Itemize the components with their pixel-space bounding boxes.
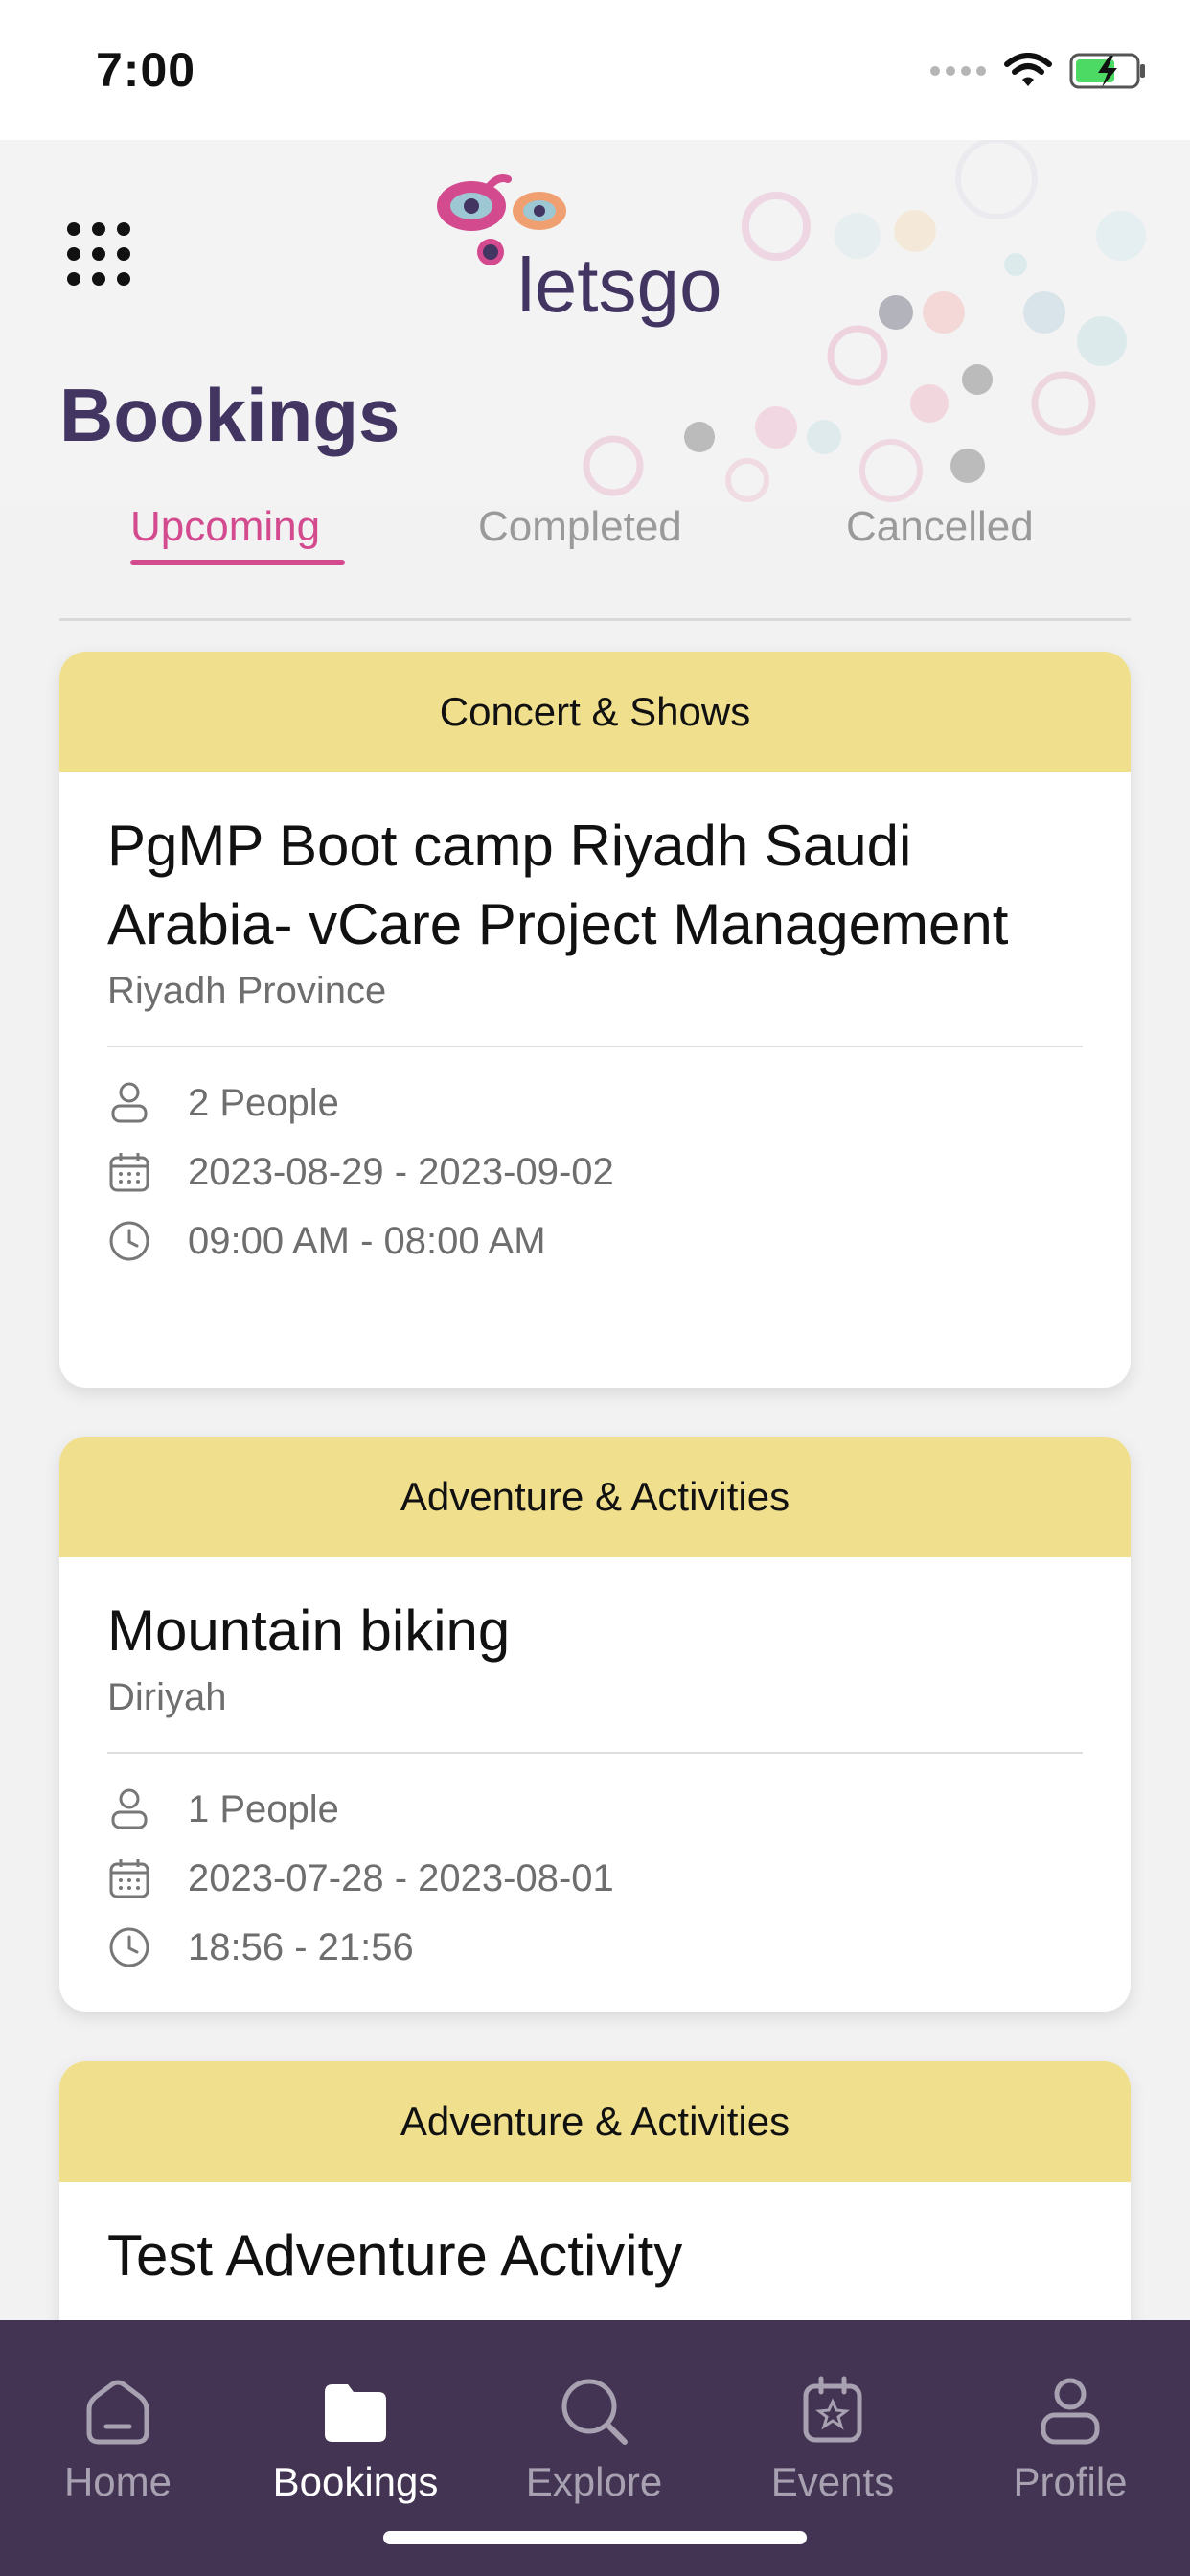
home-icon (86, 2380, 149, 2445)
booking-title: PgMP Boot camp Riyadh Saudi Arabia- vCar… (107, 814, 1009, 956)
status-bar: 7:00 (0, 0, 1190, 140)
people-row: 1 People (107, 1775, 1083, 1844)
tab-upcoming[interactable]: Upcoming (130, 503, 320, 551)
search-icon (561, 2379, 628, 2445)
time-row: 18:56 - 21:56 (107, 1913, 1083, 1982)
person-icon (111, 1082, 148, 1123)
category-label: Concert & Shows (59, 652, 1131, 772)
divider (107, 1752, 1083, 1754)
booking-card[interactable]: Adventure & Activities Mountain biking D… (59, 1437, 1131, 2012)
booking-location: Diriyah (107, 1676, 227, 1718)
nav-profile[interactable]: Profile (974, 2373, 1166, 2505)
booking-tabs: Upcoming Completed Cancelled (59, 494, 1131, 621)
battery-charging-icon (1069, 53, 1145, 89)
wifi-icon (1004, 53, 1052, 86)
nav-explore[interactable]: Explore (498, 2373, 690, 2505)
nav-home[interactable]: Home (22, 2373, 214, 2505)
people-row: 2 People (107, 1069, 1083, 1138)
nav-bookings-label: Bookings (272, 2459, 439, 2504)
nav-home-label: Home (63, 2459, 172, 2504)
category-label: Adventure & Activities (59, 1437, 1131, 1557)
booking-dates: 2023-07-28 - 2023-08-01 (188, 1856, 614, 1899)
booking-time: 09:00 AM - 08:00 AM (188, 1219, 546, 1262)
people-count: 1 People (188, 1787, 339, 1830)
user-icon (1041, 2378, 1100, 2445)
active-tab-indicator (130, 560, 345, 565)
menu-grid-icon[interactable] (65, 220, 132, 288)
signal-icon (930, 66, 986, 76)
logo-text: letsgo (517, 242, 721, 328)
calendar-icon (109, 1859, 149, 1898)
calendar-icon (109, 1153, 149, 1192)
calendar-star-icon (803, 2376, 862, 2443)
booking-title: Test Adventure Activity (107, 2223, 683, 2288)
app-logo: letsgo (431, 168, 767, 335)
booking-time: 18:56 - 21:56 (188, 1925, 414, 1968)
booking-card[interactable]: Concert & Shows PgMP Boot camp Riyadh Sa… (59, 652, 1131, 1388)
nav-explore-label: Explore (525, 2459, 663, 2504)
divider (107, 1046, 1083, 1047)
dates-row: 2023-08-29 - 2023-09-02 (107, 1138, 1083, 1207)
booking-title: Mountain biking (107, 1598, 511, 1663)
home-indicator (383, 2531, 807, 2544)
dates-row: 2023-07-28 - 2023-08-01 (107, 1844, 1083, 1913)
nav-events-label: Events (770, 2459, 895, 2504)
folder-icon (325, 2384, 386, 2442)
clock-icon (109, 1927, 149, 1967)
booking-location: Riyadh Province (107, 970, 387, 1012)
clock-icon (109, 1221, 149, 1261)
nav-bookings[interactable]: Bookings (260, 2373, 451, 2505)
tab-completed[interactable]: Completed (478, 503, 682, 551)
page-title: Bookings (59, 373, 400, 457)
status-time: 7:00 (96, 43, 196, 97)
nav-events[interactable]: Events (737, 2373, 928, 2505)
booking-dates: 2023-08-29 - 2023-09-02 (188, 1150, 614, 1193)
status-icons (929, 52, 1148, 90)
tab-cancelled[interactable]: Cancelled (846, 503, 1034, 551)
nav-profile-label: Profile (1013, 2459, 1128, 2504)
category-label: Adventure & Activities (59, 2061, 1131, 2182)
people-count: 2 People (188, 1081, 339, 1124)
time-row: 09:00 AM - 08:00 AM (107, 1207, 1083, 1276)
person-icon (111, 1788, 148, 1829)
